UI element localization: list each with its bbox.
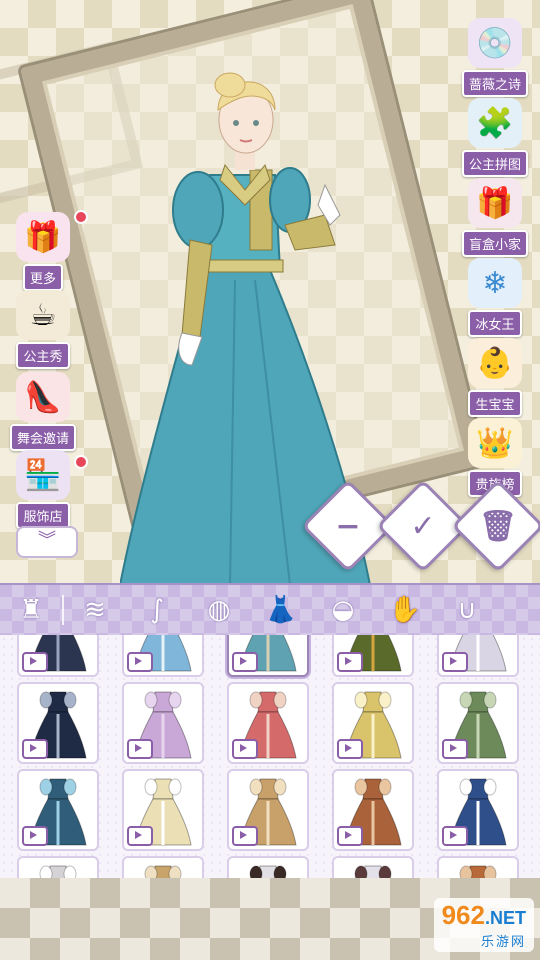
- makeup-icon[interactable]: ◍: [188, 587, 250, 633]
- dress-item[interactable]: [332, 635, 414, 677]
- dress-item[interactable]: [17, 856, 99, 878]
- dress-thumbnail: [459, 865, 497, 878]
- video-ad-icon: [232, 826, 258, 846]
- princess-show-button[interactable]: ☕ 公主秀: [10, 290, 76, 369]
- dress-icon[interactable]: 👗: [250, 587, 312, 633]
- dress-thumbnail: [144, 865, 182, 878]
- site-watermark: 962.NET 乐游网: [433, 898, 534, 952]
- dress-item[interactable]: [437, 769, 519, 851]
- dress-item[interactable]: [122, 682, 204, 764]
- baby-icon: 👶: [468, 338, 522, 388]
- necklace-icon[interactable]: ∪: [436, 587, 498, 633]
- dressing-stage: 🎁 更多 ☕ 公主秀 👠 舞会邀请 🏪 服饰店 ︾ 💿 蔷薇之诗 🧩 公主拼图 …: [0, 0, 540, 585]
- floor-decoration: 962.NET 乐游网: [0, 878, 540, 960]
- dress-item[interactable]: [227, 635, 309, 677]
- video-ad-icon: [337, 739, 363, 759]
- video-ad-icon: [22, 826, 48, 846]
- rose-poem-button[interactable]: 💿 蔷薇之诗: [462, 18, 529, 97]
- category-divider: [62, 595, 64, 625]
- dress-item[interactable]: [122, 856, 204, 878]
- shop-icon: 🏪: [16, 450, 70, 500]
- minus-icon: −: [335, 508, 361, 544]
- teacup-icon: ☕: [16, 290, 70, 340]
- princess-puzzle-label: 公主拼图: [462, 150, 529, 177]
- video-ad-icon: [232, 739, 258, 759]
- have-baby-label: 生宝宝: [468, 390, 522, 417]
- dress-item[interactable]: [437, 635, 519, 677]
- collapse-menu-button[interactable]: ︾: [16, 526, 78, 558]
- dress-thumbnail: [249, 865, 287, 878]
- rose-poem-label: 蔷薇之诗: [462, 70, 529, 97]
- ball-invite-button[interactable]: 👠 舞会邀请: [10, 372, 77, 451]
- video-ad-icon: [442, 652, 468, 672]
- category-bar: ♜ ≋ ∫ ◍ 👗 ◒ ✋ ∪: [0, 583, 540, 637]
- video-ad-icon: [442, 739, 468, 759]
- dress-item[interactable]: [437, 682, 519, 764]
- trash-icon: 🗑: [478, 508, 518, 544]
- blind-box-label: 盲盒小家: [462, 230, 529, 257]
- dress-list: [0, 635, 540, 878]
- hat-icon[interactable]: ◒: [312, 587, 374, 633]
- dress-grid: [17, 635, 519, 878]
- hair-back-icon[interactable]: ∫: [126, 587, 188, 633]
- dress-item[interactable]: [17, 635, 99, 677]
- hair-front-icon[interactable]: ≋: [64, 587, 126, 633]
- dress-item[interactable]: [437, 856, 519, 878]
- checkmark-icon: ✓: [410, 508, 436, 544]
- princess-puzzle-button[interactable]: 🧩 公主拼图: [462, 98, 529, 177]
- ice-queen-button[interactable]: ❄ 冰女王: [462, 258, 528, 337]
- video-ad-icon: [232, 652, 258, 672]
- video-ad-icon: [127, 739, 153, 759]
- video-ad-icon: [22, 739, 48, 759]
- clothing-shop-button[interactable]: 🏪 服饰店: [10, 450, 76, 529]
- snowflake-icon: ❄: [468, 258, 522, 308]
- dress-item[interactable]: [332, 769, 414, 851]
- dress-item[interactable]: [122, 769, 204, 851]
- gift-box-icon: 🎁: [16, 212, 70, 262]
- ice-queen-label: 冰女王: [468, 310, 522, 337]
- watermark-subtitle: 乐游网: [480, 935, 526, 950]
- dress-item[interactable]: [332, 856, 414, 878]
- dress-item[interactable]: [227, 682, 309, 764]
- video-ad-icon: [22, 652, 48, 672]
- crown-icon: 👑: [468, 418, 522, 468]
- video-ad-icon: [337, 652, 363, 672]
- dress-item[interactable]: [17, 682, 99, 764]
- video-ad-icon: [337, 826, 363, 846]
- dress-item[interactable]: [227, 856, 309, 878]
- ball-invite-label: 舞会邀请: [10, 424, 77, 451]
- high-heel-icon: 👠: [16, 372, 70, 422]
- dress-thumbnail: [354, 865, 392, 878]
- dress-item[interactable]: [17, 769, 99, 851]
- clothing-shop-label: 服饰店: [16, 502, 70, 529]
- blind-box-icon: 🎁: [468, 178, 522, 228]
- glove-icon[interactable]: ✋: [374, 587, 436, 633]
- watermark-logo: 962.NET: [441, 900, 526, 930]
- music-disc-icon: 💿: [468, 18, 522, 68]
- notification-dot: [74, 210, 88, 224]
- more-label: 更多: [22, 264, 63, 291]
- video-ad-icon: [127, 652, 153, 672]
- princess-show-label: 公主秀: [16, 342, 70, 369]
- dress-item[interactable]: [122, 635, 204, 677]
- video-ad-icon: [127, 826, 153, 846]
- dress-item[interactable]: [227, 769, 309, 851]
- more-button[interactable]: 🎁 更多: [10, 212, 76, 291]
- dress-item[interactable]: [332, 682, 414, 764]
- have-baby-button[interactable]: 👶 生宝宝: [462, 338, 528, 417]
- dress-thumbnail: [39, 865, 77, 878]
- video-ad-icon: [442, 826, 468, 846]
- blind-box-button[interactable]: 🎁 盲盒小家: [462, 178, 529, 257]
- mannequin-icon[interactable]: ♜: [0, 587, 62, 633]
- puzzle-crown-icon: 🧩: [468, 98, 522, 148]
- notification-dot: [74, 455, 88, 469]
